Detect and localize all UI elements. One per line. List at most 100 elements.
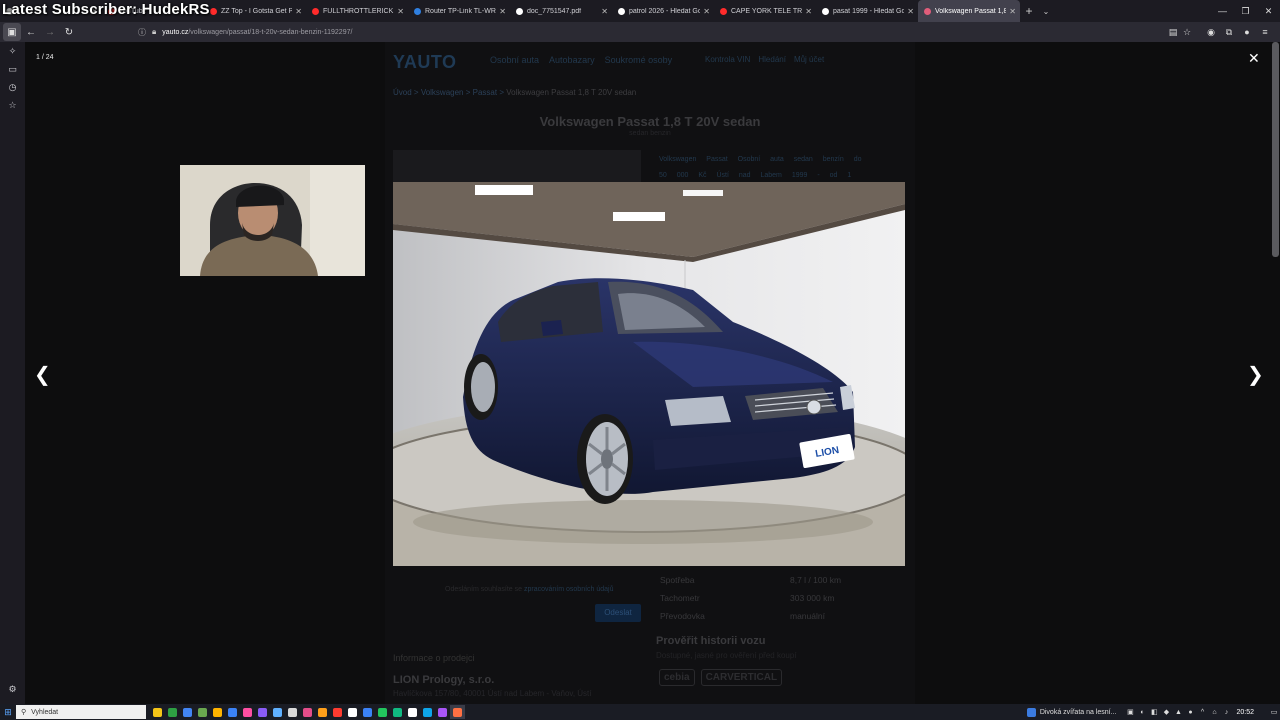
browser-tab[interactable]: FULLTHROTTLERICK - YouTu✕	[306, 0, 408, 22]
taskbar-search-input[interactable]: ⚲ Vyhledat	[16, 705, 146, 719]
taskbar-app-icon[interactable]	[165, 705, 180, 719]
browser-tab[interactable]: Router TP-Link TL-WR3002X✕	[408, 0, 510, 22]
tab-close-icon[interactable]: ✕	[703, 7, 710, 16]
minimize-icon[interactable]: —	[1211, 0, 1234, 22]
search-placeholder: Vyhledat	[31, 708, 59, 716]
taskbar-app-icon[interactable]	[240, 705, 255, 719]
taskbar-app-icon[interactable]	[195, 705, 210, 719]
taskbar-app-icon[interactable]	[330, 705, 345, 719]
restore-icon[interactable]: ❐	[1234, 0, 1257, 22]
taskbar-app-icon[interactable]	[375, 705, 390, 719]
carvertical-logo[interactable]: CARVERTICAL	[700, 669, 783, 686]
windows-start-icon[interactable]: ⊞	[0, 707, 16, 718]
bookmarks-icon[interactable]: ☆	[0, 96, 25, 114]
ai-chat-icon[interactable]: ✧	[0, 42, 25, 60]
bookmark-star-icon[interactable]: ☆	[1180, 27, 1194, 38]
consent-link[interactable]: zpracováním osobních údajů	[524, 586, 614, 593]
taskbar-app-icon[interactable]	[315, 705, 330, 719]
tray-app-icon[interactable]: ◐	[1136, 709, 1148, 716]
taskbar-app-icon[interactable]	[360, 705, 375, 719]
taskbar-app-icon[interactable]	[285, 705, 300, 719]
sidebar-toggle-icon[interactable]: ▣	[3, 23, 21, 41]
notifications-icon[interactable]: ▭	[1268, 708, 1280, 716]
reload-icon[interactable]: ↻	[60, 23, 78, 41]
tab-close-icon[interactable]: ✕	[397, 7, 404, 16]
navigation-bar: ▣ ← → ↻ ⓘ 🔒︎ yauto.cz/volkswagen/passat/…	[0, 22, 1280, 42]
tab-close-icon[interactable]: ✕	[295, 7, 302, 16]
taskbar-app-icon[interactable]	[150, 705, 165, 719]
system-tray: ▣ ◐ ◧ ◆ ▲ ● ^ ⌂ ♪	[1124, 708, 1232, 717]
volume-icon[interactable]: ♪	[1220, 709, 1232, 716]
extension-badge-icon[interactable]: ●	[1238, 27, 1256, 38]
breadcrumb-item[interactable]: Volkswagen	[421, 88, 464, 97]
taskbar-app-icon[interactable]	[180, 705, 195, 719]
tab-close-icon[interactable]: ✕	[805, 7, 812, 16]
menu-item[interactable]: Osobní auta	[490, 55, 539, 65]
extensions-icon[interactable]: ⧉	[1220, 27, 1238, 38]
taskbar-app-icon[interactable]	[345, 705, 360, 719]
taskbar-app-icon[interactable]	[210, 705, 225, 719]
history-icon[interactable]: ◷	[0, 78, 25, 96]
chevron-right-icon[interactable]: ❯	[1247, 362, 1264, 387]
tray-app-icon[interactable]: ◧	[1148, 708, 1160, 716]
taskbar-app-icon[interactable]	[390, 705, 405, 719]
tray-app-icon[interactable]: ◆	[1160, 708, 1172, 716]
settings-gear-icon[interactable]: ⚙	[0, 680, 25, 698]
menu-icon[interactable]: ≡	[1256, 27, 1274, 38]
browser-tab[interactable]: CAPE YORK TELE TRACK LA✕	[714, 0, 816, 22]
synced-tabs-icon[interactable]: ▭	[0, 60, 25, 78]
send-button[interactable]: Odeslat	[595, 604, 641, 622]
menu-item[interactable]: Kontrola VIN	[705, 55, 750, 64]
chevron-up-icon[interactable]: ^	[1196, 709, 1208, 716]
url-bar[interactable]: ⓘ 🔒︎ yauto.cz/volkswagen/passat/18-t-20v…	[138, 23, 1158, 41]
page-scrollbar[interactable]	[1272, 42, 1279, 257]
cebia-logo[interactable]: cebia	[659, 669, 695, 686]
menu-item[interactable]: Soukromé osoby	[605, 55, 673, 65]
breadcrumb-item[interactable]: Passat	[473, 88, 497, 97]
taskbar-app-icon[interactable]	[420, 705, 435, 719]
taskbar-app-icon[interactable]	[300, 705, 315, 719]
tab-close-icon[interactable]: ✕	[499, 7, 506, 16]
account-icon[interactable]: ◉	[1202, 27, 1220, 38]
tray-app-icon[interactable]: ●	[1184, 709, 1196, 716]
browser-tab[interactable]: doc_7751547.pdf ✕	[510, 0, 612, 22]
taskbar-app-icon[interactable]	[255, 705, 270, 719]
breadcrumb-item[interactable]: Úvod	[393, 88, 412, 97]
inquiry-consent: Odesláním souhlasíte se zpracováním osob…	[445, 586, 614, 593]
site-logo[interactable]: YAUTO	[393, 52, 457, 73]
close-icon[interactable]: ✕	[1248, 50, 1260, 67]
site-info-icon[interactable]: ⓘ	[138, 27, 146, 38]
tray-app-icon[interactable]: ▲	[1172, 709, 1184, 716]
tab-close-icon[interactable]: ✕	[1009, 7, 1016, 16]
menu-item[interactable]: Hledání	[758, 55, 786, 64]
taskbar-app-icon[interactable]	[405, 705, 420, 719]
close-window-icon[interactable]: ✕	[1257, 0, 1280, 22]
clock[interactable]: 20:52	[1236, 709, 1254, 716]
new-tab-icon[interactable]: +	[1020, 4, 1038, 18]
taskbar-app-icon[interactable]	[435, 705, 450, 719]
reader-view-icon[interactable]: ▤	[1166, 27, 1180, 38]
browser-tab[interactable]: ZZ Top - I Gotsta Get Pa ✕	[204, 0, 306, 22]
browser-tab[interactable]: pasat 1999 - Hledat Googl✕	[816, 0, 918, 22]
chevron-left-icon[interactable]: ❮	[34, 362, 51, 387]
taskbar-app-icon[interactable]	[225, 705, 240, 719]
tab-close-icon[interactable]: ✕	[907, 7, 914, 16]
seller-name[interactable]: LION Prology, s.r.o.	[393, 674, 494, 686]
car-photo[interactable]: LION	[393, 182, 905, 566]
menu-item[interactable]: Autobazary	[549, 55, 595, 65]
tab-close-icon[interactable]: ✕	[601, 7, 608, 16]
news-widget[interactable]: Divoká zvířata na lesní...	[1026, 707, 1116, 717]
browser-tab[interactable]: patrol 2026 - Hledat Googl✕	[612, 0, 714, 22]
browser-tab[interactable]: Volkswagen Passat 1,8 T 20V✕	[918, 0, 1020, 22]
gallery-thumbnails[interactable]	[393, 150, 641, 182]
taskbar-app-icon[interactable]	[450, 705, 465, 719]
list-all-tabs-icon[interactable]: ⌄	[1038, 7, 1054, 16]
tab-title: pasat 1999 - Hledat Googl	[833, 7, 905, 15]
network-icon[interactable]: ⌂	[1208, 709, 1220, 716]
taskbar-app-icon[interactable]	[270, 705, 285, 719]
forward-icon[interactable]: →	[41, 23, 59, 41]
menu-item[interactable]: Můj účet	[794, 55, 824, 64]
spec-row: Tachometr 303 000 km	[660, 593, 900, 611]
tray-app-icon[interactable]: ▣	[1124, 708, 1136, 716]
back-icon[interactable]: ←	[22, 23, 40, 41]
